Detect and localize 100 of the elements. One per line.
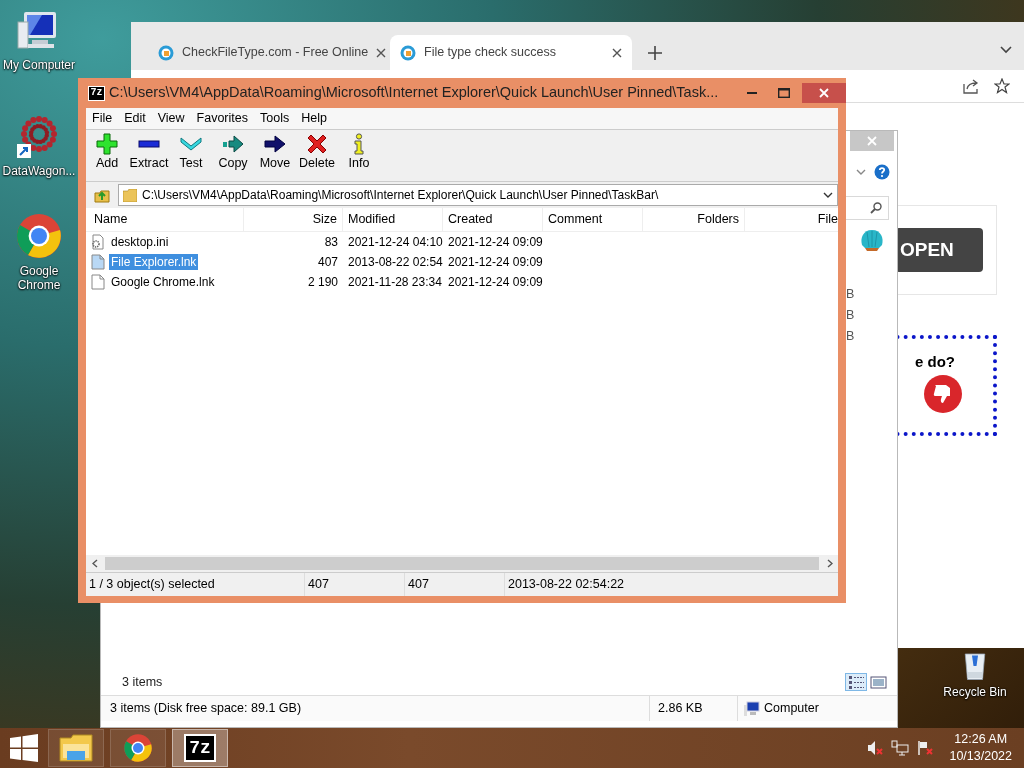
desktop-icon-label[interactable]: DataWagon... [2,164,76,179]
arrow-icon [222,133,244,155]
path-field[interactable]: C:\Users\VM4\AppData\Roaming\Microsoft\Internet Explorer\Quick Launch\User Pinned\TaskBar\ [118,184,838,206]
windows-logo-icon [10,734,38,762]
details-view-button[interactable] [845,673,867,691]
close-icon[interactable] [376,47,387,58]
flag-icon[interactable] [917,740,934,756]
chrome-icon[interactable] [15,212,63,260]
clock-time[interactable]: 12:26 AM [949,731,1012,748]
toolbar-button[interactable]: Extract [128,133,170,171]
created-date: 2021-12-24 09:09 [447,234,543,250]
plus-icon [96,133,118,155]
shell-icon[interactable] [859,228,885,252]
share-icon[interactable] [962,78,980,94]
chevron-down-icon[interactable] [1000,46,1012,54]
close-icon [867,136,877,146]
tiles-view-button[interactable] [867,673,889,691]
column-header[interactable]: Folders [643,208,745,231]
menu-item[interactable]: File [86,111,119,126]
computer-icon [744,700,760,717]
list-text: B [846,329,856,345]
window-title: C:\Users\VM4\AppData\Roaming\Microsoft\Internet Explorer\Quick Launch\User Pinned\Task... [109,84,720,102]
file-name: Google Chrome.lnk [110,273,216,291]
menu-item[interactable]: Tools [254,111,296,126]
close-button[interactable] [802,83,846,103]
column-header[interactable]: File [745,208,838,231]
toolbar-button[interactable]: Move [254,133,296,171]
app-logo: 7z [88,85,105,101]
help-icon[interactable] [874,164,890,180]
minimize-icon [747,91,757,95]
browser-tab[interactable]: CheckFileType.com - Free Online [148,35,390,70]
status-text: Computer [764,701,819,716]
chevron-left-icon [91,559,98,568]
modified-date: 2021-12-24 04:10 [347,234,443,250]
menu-item[interactable]: View [151,111,191,126]
file-row[interactable]: File Explorer.lnk 407 2013-08-22 02:54 2021-12-24 09:09 [86,252,838,272]
star-icon[interactable] [994,78,1010,94]
desktop-icon-label[interactable]: Recycle Bin [943,685,1007,700]
horizontal-scrollbar[interactable] [86,555,838,572]
menu-item[interactable]: Help [295,111,333,126]
toolbar-button[interactable]: Info [338,133,380,171]
status-text: 3 items (Disk free space: 89.1 GB) [109,701,303,716]
site-icon [158,44,174,61]
folder-icon [123,188,137,202]
item-count: 3 items [122,674,164,690]
column-header[interactable]: Size [244,208,343,231]
created-date: 2021-12-24 09:09 [447,254,543,270]
file-size: 407 [316,254,339,270]
file-row[interactable]: desktop.ini 83 2021-12-24 04:10 2021-12-24 09:09 [86,232,838,252]
arrow-icon [264,133,286,155]
file-name: File Explorer.lnk [109,253,199,271]
chrome-icon [123,733,153,763]
taskbar-button[interactable]: 7z [172,729,228,767]
status-text: 407 [305,573,405,596]
toolbar-button[interactable]: Delete [296,133,338,171]
maximize-icon [778,88,790,98]
list-icon [847,674,865,690]
file-row[interactable]: Google Chrome.lnk 2 190 2021-11-28 23:34 2021-12-24 09:09 [86,272,838,292]
close-icon [819,88,829,98]
taskbar-button[interactable] [110,729,166,767]
taskbar-button[interactable] [48,729,104,767]
muted-speaker-icon[interactable] [867,740,884,756]
status-text: 2013-08-22 02:54:22 [507,576,626,593]
column-header[interactable]: Name [86,208,244,231]
open-button[interactable]: OPEN [895,228,983,272]
new-tab-icon[interactable] [648,46,662,60]
desktop-icon-label[interactable]: My Computer [3,58,75,73]
toolbar-button[interactable]: Test [170,133,212,171]
file-icon [90,274,106,290]
picture-frame-icon [869,674,887,690]
network-icon[interactable] [891,740,910,756]
folder-up-icon [94,187,110,203]
created-date: 2021-12-24 09:09 [447,274,543,290]
status-text: 1 / 3 object(s) selected [86,573,305,596]
x-icon [306,133,328,155]
browser-tab[interactable]: File type check success [390,35,632,70]
thumbs-down-icon[interactable] [923,374,963,414]
file-icon [90,254,106,270]
gear-file-icon [90,234,106,250]
close-icon[interactable] [612,47,622,58]
folder-icon [59,734,93,762]
recycle-bin-icon[interactable] [962,651,988,681]
column-header[interactable]: Comment [543,208,643,231]
chevron-down-icon[interactable] [823,191,833,199]
modified-date: 2021-11-28 23:34 [347,274,443,290]
menu-item[interactable]: Edit [118,111,152,126]
question-text: e do? [915,353,955,371]
start-button[interactable] [10,734,38,762]
file-size: 83 [323,234,339,250]
toolbar-button[interactable]: Copy [212,133,254,171]
list-text: B [846,287,856,303]
menu-item[interactable]: Favorites [190,111,254,126]
desktop-icon-label[interactable]: Google Chrome [0,264,78,293]
clock-date[interactable]: 10/13/2022 [949,748,1012,765]
file-name: desktop.ini [110,233,170,251]
path-text: C:\Users\VM4\AppData\Roaming\Microsoft\Internet Explorer\Quick Launch\User Pinned\TaskBar\ [142,187,660,203]
status-text: 2.86 KB [649,696,737,721]
toolbar-button[interactable]: Add [86,133,128,171]
column-header[interactable]: Modified [343,208,443,231]
column-header[interactable]: Created [443,208,543,231]
